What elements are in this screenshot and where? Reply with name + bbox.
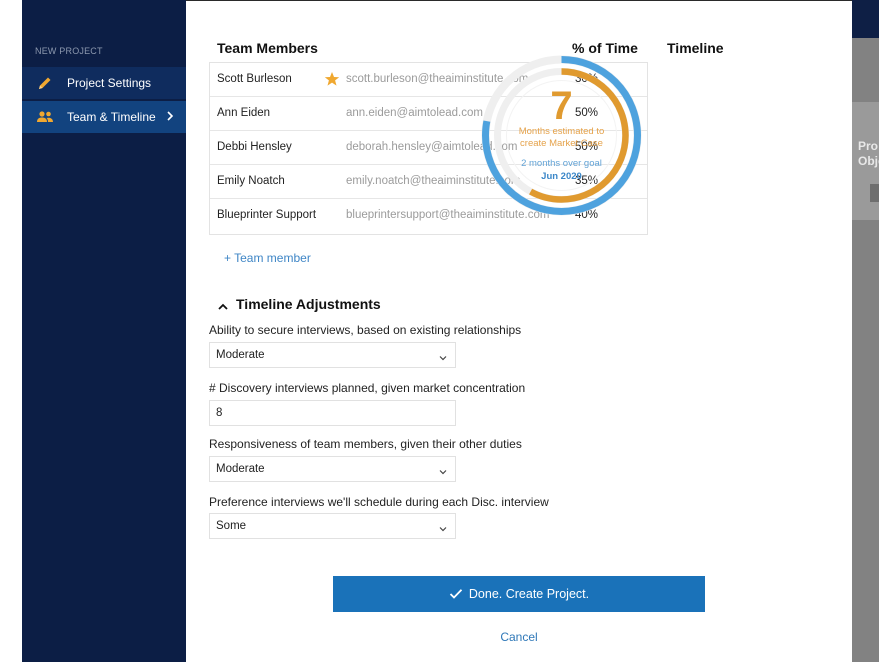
- months-estimate-label: create Market Case: [520, 138, 603, 149]
- sidebar-item-project-settings[interactable]: Project Settings: [22, 67, 186, 99]
- field-label-responsiveness: Responsiveness of team members, given th…: [209, 437, 522, 451]
- member-name: Scott Burleson: [217, 73, 292, 85]
- member-name: Emily Noatch: [217, 175, 285, 187]
- checkmark-icon: [449, 588, 463, 600]
- done-create-project-button[interactable]: Done. Create Project.: [333, 576, 705, 612]
- member-name: Blueprinter Support: [217, 209, 317, 221]
- chevron-right-icon: [164, 109, 176, 123]
- add-team-member-link[interactable]: + Team member: [224, 251, 311, 265]
- left-edge-strip: [0, 0, 22, 662]
- chevron-down-icon: [439, 352, 447, 361]
- timeline-header: Timeline: [667, 40, 724, 56]
- secure-interviews-select[interactable]: Moderate: [209, 342, 456, 368]
- months-estimate-label: Months estimated to: [518, 126, 605, 137]
- over-goal-text: 2 months over goal: [521, 158, 602, 169]
- background-card: Pro Obje: [852, 102, 879, 220]
- done-button-label: Done. Create Project.: [468, 587, 590, 601]
- people-icon: [35, 109, 55, 125]
- preference-interviews-select[interactable]: Some: [209, 513, 456, 539]
- select-value: Moderate: [216, 349, 265, 361]
- field-label-discovery-interviews: # Discovery interviews planned, given ma…: [209, 381, 526, 395]
- timeline-adjustments-toggle[interactable]: Timeline Adjustments: [217, 296, 381, 312]
- field-label-preference-interviews: Preference interviews we'll schedule dur…: [209, 495, 549, 509]
- target-date: Jun 2020: [541, 171, 582, 182]
- star-icon[interactable]: [324, 71, 340, 87]
- responsiveness-select[interactable]: Moderate: [209, 456, 456, 482]
- select-value: Some: [216, 520, 247, 532]
- sidebar-heading: NEW PROJECT: [35, 46, 103, 56]
- cancel-link[interactable]: Cancel: [481, 630, 557, 644]
- sidebar-item-label: Team & Timeline: [67, 110, 156, 124]
- background-header: [852, 0, 879, 38]
- member-email: ann.eiden@aimtolead.com: [346, 107, 483, 119]
- chevron-down-icon: [439, 523, 447, 532]
- input-value: 8: [216, 407, 223, 419]
- member-name: Ann Eiden: [217, 107, 271, 119]
- months-estimate-number: 7: [550, 84, 573, 128]
- background-card-text: Pro: [858, 139, 879, 153]
- background-card-icon: [870, 184, 879, 202]
- background-page: [852, 0, 879, 662]
- field-label-secure-interviews: Ability to secure interviews, based on e…: [209, 323, 522, 337]
- chevron-up-icon: [217, 299, 229, 310]
- sidebar-item-team-timeline[interactable]: Team & Timeline: [22, 101, 186, 133]
- sidebar-item-label: Project Settings: [67, 76, 152, 90]
- sidebar: NEW PROJECT Project Settings Team & Time…: [22, 0, 186, 662]
- background-card-text: Obje: [858, 154, 879, 168]
- pencil-icon: [35, 75, 55, 91]
- team-members-header: Team Members: [217, 40, 318, 56]
- modal-top-border: [186, 0, 852, 1]
- chevron-down-icon: [439, 466, 447, 475]
- discovery-interviews-input[interactable]: 8: [209, 400, 456, 426]
- timeline-adjustments-title: Timeline Adjustments: [236, 296, 381, 312]
- select-value: Moderate: [216, 463, 265, 475]
- member-name: Debbi Hensley: [217, 141, 292, 153]
